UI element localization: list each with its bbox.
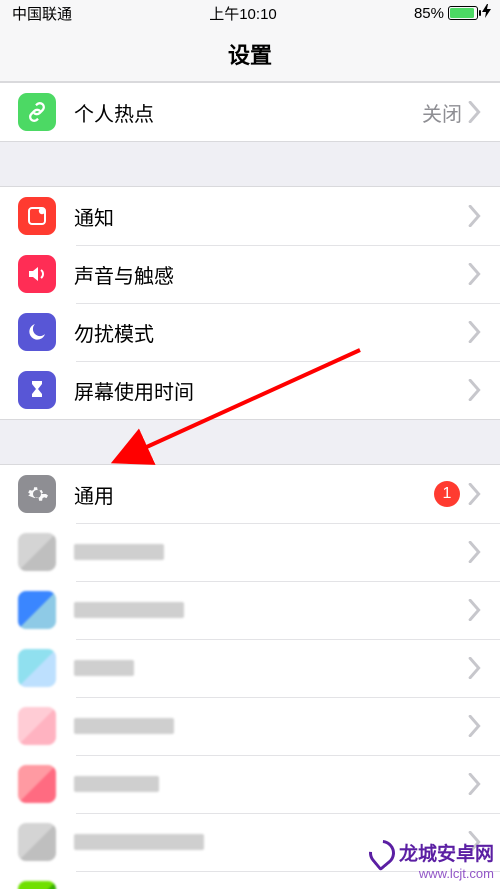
row-notifications[interactable]: 通知 [0, 187, 500, 245]
row-detail: 关闭 [422, 98, 462, 127]
notification-icon [18, 197, 56, 235]
row-label: 个人热点 [74, 98, 422, 127]
navbar: 设置 [0, 26, 500, 82]
redacted-icon [18, 591, 56, 629]
settings-group-top: 个人热点 关闭 [0, 82, 500, 142]
charging-icon [482, 4, 492, 22]
redacted-label [74, 718, 174, 734]
watermark-brand: 龙城安卓网 [399, 839, 494, 866]
redacted-label [74, 834, 204, 850]
chevron-right-icon [468, 773, 482, 795]
page-title: 设置 [228, 38, 272, 70]
notification-badge: 1 [434, 481, 460, 507]
moon-icon [18, 313, 56, 351]
row-label: 屏幕使用时间 [74, 376, 468, 405]
redacted-label [74, 660, 134, 676]
link-icon [18, 93, 56, 131]
row-redacted[interactable] [0, 697, 500, 755]
status-bar: 中国联通 上午10:10 85% [0, 0, 500, 26]
row-label: 通用 [74, 480, 434, 509]
settings-group-1: 通知 声音与触感 勿扰模式 屏幕使用时间 [0, 186, 500, 420]
row-screentime[interactable]: 屏幕使用时间 [0, 361, 500, 419]
row-redacted[interactable] [0, 639, 500, 697]
chevron-right-icon [468, 379, 482, 401]
chevron-right-icon [468, 263, 482, 285]
redacted-icon [18, 707, 56, 745]
gear-icon [18, 475, 56, 513]
redacted-label [74, 776, 159, 792]
row-dnd[interactable]: 勿扰模式 [0, 303, 500, 361]
chevron-right-icon [468, 205, 482, 227]
watermark-url: www.lcjt.com [369, 866, 494, 881]
settings-group-2: 通用 1 [0, 464, 500, 889]
row-personal-hotspot[interactable]: 个人热点 关闭 [0, 83, 500, 141]
redacted-icon [18, 765, 56, 803]
chevron-right-icon [468, 657, 482, 679]
clock: 上午10:10 [209, 3, 277, 24]
row-label: 声音与触感 [74, 260, 468, 289]
row-redacted[interactable] [0, 755, 500, 813]
hourglass-icon [18, 371, 56, 409]
redacted-label [74, 602, 184, 618]
battery-icon [448, 6, 478, 20]
row-redacted[interactable] [0, 581, 500, 639]
row-label: 勿扰模式 [74, 318, 468, 347]
row-sounds[interactable]: 声音与触感 [0, 245, 500, 303]
redacted-icon [18, 881, 56, 889]
redacted-label [74, 544, 164, 560]
redacted-icon [18, 533, 56, 571]
row-redacted[interactable] [0, 523, 500, 581]
chevron-right-icon [468, 541, 482, 563]
row-label: 通知 [74, 202, 468, 231]
sound-icon [18, 255, 56, 293]
chevron-right-icon [468, 321, 482, 343]
redacted-icon [18, 649, 56, 687]
battery-pct: 85% [414, 5, 444, 22]
redacted-icon [18, 823, 56, 861]
chevron-right-icon [468, 101, 482, 123]
carrier-label: 中国联通 [12, 3, 72, 24]
row-general[interactable]: 通用 1 [0, 465, 500, 523]
watermark: 龙城安卓网 www.lcjt.com [369, 839, 494, 881]
chevron-right-icon [468, 599, 482, 621]
chevron-right-icon [468, 715, 482, 737]
chevron-right-icon [468, 483, 482, 505]
